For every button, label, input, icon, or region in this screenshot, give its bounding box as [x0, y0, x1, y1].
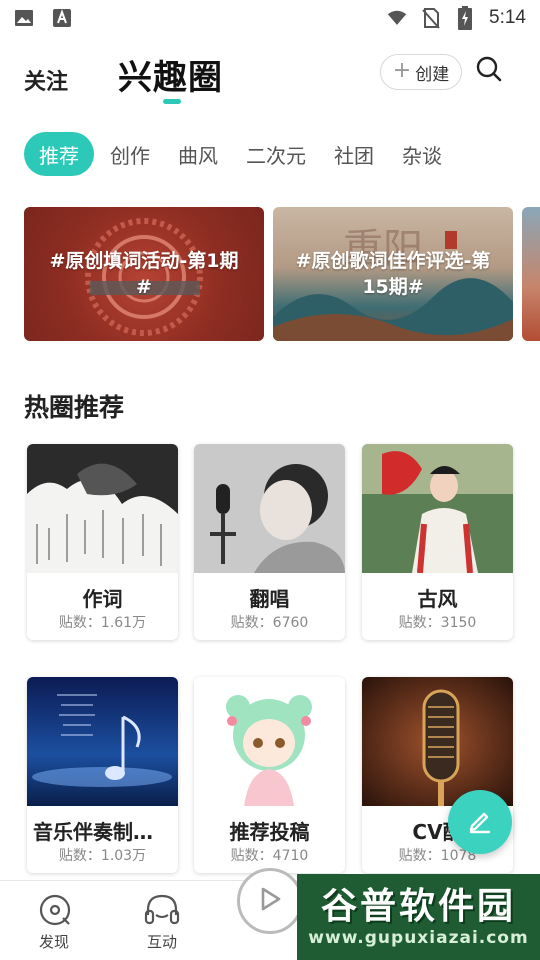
create-button[interactable]: + 创建 — [380, 54, 462, 90]
active-indicator — [163, 99, 181, 104]
status-bar: 5:14 — [0, 0, 540, 36]
circle-name: 推荐投稿 — [229, 820, 310, 844]
circle-card[interactable]: 古风 贴数：3150 — [362, 444, 513, 640]
status-time: 5:14 — [489, 7, 526, 28]
search-icon — [475, 55, 503, 87]
tab-chat[interactable]: 杂谈 — [388, 132, 456, 176]
header: 关注 兴趣圈 + 创建 — [0, 44, 540, 114]
tab-club[interactable]: 社团 — [320, 132, 388, 176]
circle-cover — [194, 677, 345, 806]
watermark-logo: 谷普软件园 www.gupuxiazai.com — [297, 874, 540, 960]
no-sim-icon — [421, 8, 441, 29]
pen-icon — [465, 805, 495, 839]
circle-cover — [27, 444, 178, 573]
watermark-title: 谷普软件园 — [320, 886, 516, 927]
banner-title: #原创填词活动-第1期# — [49, 250, 239, 298]
tab-genre[interactable]: 曲风 — [164, 132, 232, 176]
circle-card[interactable]: 作词 贴数：1.61万 — [27, 444, 178, 640]
circle-card[interactable]: 翻唱 贴数：6760 — [194, 444, 345, 640]
tab-follow[interactable]: 关注 — [24, 64, 68, 96]
circle-cover — [27, 677, 178, 806]
circle-post-count: 贴数：3150 — [398, 615, 477, 631]
circle-post-count: 贴数：4710 — [230, 848, 309, 864]
play-icon — [258, 886, 282, 916]
category-tabs: 推荐 创作 曲风 二次元 社团 杂谈 — [24, 132, 456, 176]
tab-create[interactable]: 创作 — [96, 132, 164, 176]
circle-cover — [194, 444, 345, 573]
circle-name: 古风 — [417, 587, 458, 611]
disc-icon — [34, 891, 74, 927]
search-button[interactable] — [474, 56, 504, 86]
banner-carousel: #原创填词活动-第1期# 重阳 #原创歌词佳作评选-第15期# — [24, 207, 540, 341]
battery-charging-icon — [455, 6, 475, 30]
circle-post-count: 贴数：6760 — [230, 615, 309, 631]
circle-card[interactable]: 音乐伴奏制作... 贴数：1.03万 — [27, 677, 178, 873]
nav-label: 发现 — [38, 933, 69, 951]
circle-name: 音乐伴奏制作... — [33, 820, 176, 844]
banner-item[interactable]: 重阳 #原创歌词佳作评选-第15期# — [273, 207, 513, 341]
page-title[interactable]: 兴趣圈 — [118, 50, 223, 99]
tab-recommend[interactable]: 推荐 — [24, 132, 94, 176]
circle-cover — [362, 677, 513, 806]
banner-title: #原创歌词佳作评选-第15期# — [295, 250, 491, 298]
circle-card[interactable]: 推荐投稿 贴数：4710 — [194, 677, 345, 873]
circle-post-count: 贴数：1.61万 — [58, 615, 147, 631]
wifi-icon — [387, 8, 407, 28]
nav-discover[interactable]: 发现 — [24, 891, 84, 952]
circle-cover — [362, 444, 513, 573]
circle-post-count: 贴数：1.03万 — [58, 848, 147, 864]
tab-acg[interactable]: 二次元 — [232, 132, 320, 176]
section-title: 热圈推荐 — [24, 393, 125, 422]
circle-name: 翻唱 — [249, 587, 290, 611]
play-button[interactable] — [237, 868, 303, 934]
watermark-url: www.gupuxiazai.com — [308, 928, 529, 948]
image-icon — [14, 8, 34, 28]
nav-interact[interactable]: 互动 — [132, 891, 192, 952]
circle-name: 作词 — [82, 587, 123, 611]
plus-icon: + — [392, 58, 412, 83]
compose-button[interactable] — [448, 790, 512, 854]
text-a-icon — [52, 8, 72, 28]
banner-item[interactable]: #原创填词活动-第1期# — [24, 207, 264, 341]
create-label: 创建 — [415, 64, 450, 85]
nav-label: 互动 — [146, 933, 177, 951]
headphones-icon — [142, 891, 182, 927]
banner-item-partial[interactable] — [522, 207, 540, 341]
